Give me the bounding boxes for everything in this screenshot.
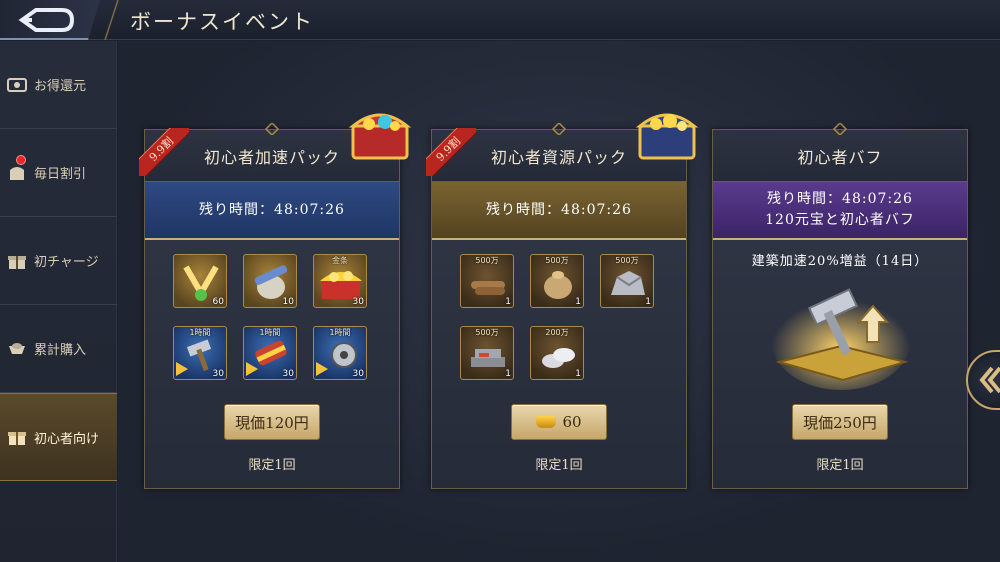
gold-ingot-icon bbox=[536, 416, 557, 428]
ribbon-label: 9.9割 bbox=[426, 128, 476, 176]
timer-label: 残り時間： bbox=[486, 201, 562, 218]
ornament-icon bbox=[551, 123, 567, 135]
notification-dot bbox=[16, 155, 26, 165]
purchase-limit: 限定1回 bbox=[248, 458, 296, 473]
item-quantity: 30 bbox=[212, 369, 224, 379]
countdown-timer: 残り時間：48:07:26 bbox=[145, 182, 399, 240]
chevron-left-icon bbox=[979, 366, 1000, 394]
item-quantity: 10 bbox=[282, 297, 294, 307]
item-tag: 200万 bbox=[545, 328, 569, 337]
buff-description: 建築加速20%増益（14日） bbox=[751, 254, 929, 269]
item-slot[interactable]: 500万 1 bbox=[460, 326, 514, 380]
card-title: 初心者バフ bbox=[797, 147, 883, 167]
speedup-arrow-icon bbox=[246, 362, 258, 376]
item-slot[interactable]: 500万 1 bbox=[460, 254, 514, 308]
item-tag: 1時間 bbox=[329, 328, 351, 337]
treasure-chest-icon bbox=[348, 113, 412, 160]
next-page-button[interactable] bbox=[966, 350, 1000, 410]
cash-icon bbox=[6, 74, 28, 96]
sidebar-item-first-charge[interactable]: 初チャージ bbox=[0, 217, 117, 305]
ornament-icon bbox=[832, 123, 848, 135]
item-slot[interactable]: 500万 1 bbox=[600, 254, 654, 308]
sidebar-item-cashback[interactable]: お得還元 bbox=[0, 41, 117, 129]
pack-card-buff: 初心者バフ 残り時間：48:07:26 120元宝と初心者バフ 建築加速20%増… bbox=[712, 123, 968, 489]
buy-button[interactable]: 60 bbox=[511, 404, 607, 440]
item-tag: 500万 bbox=[545, 256, 569, 265]
item-quantity: 30 bbox=[352, 369, 364, 379]
header-bar: ボーナスイベント bbox=[0, 0, 1000, 40]
sidebar-item-beginner[interactable]: 初心者向け bbox=[0, 393, 117, 481]
speedup-arrow-icon bbox=[176, 362, 188, 376]
item-tag: 1時間 bbox=[259, 328, 281, 337]
sidebar-item-daily-discount[interactable]: 毎日割引 bbox=[0, 129, 117, 217]
countdown-timer: 残り時間：48:07:26 bbox=[432, 182, 686, 240]
timer-value: 48:07:26 bbox=[842, 191, 913, 207]
item-slot[interactable]: 1時間 30 bbox=[313, 326, 367, 380]
discount-bag-icon bbox=[6, 162, 28, 184]
timer-value: 48:07:26 bbox=[274, 201, 345, 218]
pack-card-resource: 初心者資源パック 9.9割 残り時間：48:07:26 500万 1 500万 … bbox=[426, 113, 699, 489]
card-header: 初心者バフ bbox=[713, 123, 967, 182]
item-tag: 1時間 bbox=[189, 328, 211, 337]
gift-icon bbox=[6, 250, 28, 272]
gift-icon bbox=[6, 426, 28, 448]
back-button[interactable] bbox=[0, 0, 100, 40]
timer-value: 48:07:26 bbox=[561, 201, 632, 218]
price-label: 現価250円 bbox=[803, 413, 877, 432]
sidebar-item-label: 初心者向け bbox=[34, 431, 100, 447]
purchase-limit: 限定1回 bbox=[816, 458, 864, 473]
item-slot[interactable]: 60 bbox=[173, 254, 227, 308]
page-title: ボーナスイベント bbox=[130, 10, 314, 34]
sidebar-item-label: 初チャージ bbox=[34, 255, 99, 270]
item-slot[interactable]: 1時間 30 bbox=[173, 326, 227, 380]
ingot-icon bbox=[6, 338, 28, 360]
item-quantity: 60 bbox=[212, 297, 224, 307]
pack-card-speedup: 初心者加速パック 9.9割 残り時間：48:07:26 60 10 金条 30 bbox=[139, 113, 412, 489]
card-title: 初心者資源パック bbox=[490, 147, 627, 167]
timer-label: 残り時間： bbox=[767, 191, 843, 207]
build-speed-hammer-icon bbox=[771, 288, 911, 390]
countdown-timer: 残り時間：48:07:26 120元宝と初心者バフ bbox=[713, 182, 967, 240]
item-slot[interactable]: 200万 1 bbox=[530, 326, 584, 380]
item-quantity: 1 bbox=[505, 369, 511, 379]
item-slot[interactable]: 金条 30 bbox=[313, 254, 367, 308]
price-label: 60 bbox=[562, 413, 582, 431]
item-slot[interactable]: 10 bbox=[243, 254, 297, 308]
item-slot[interactable]: 500万 1 bbox=[530, 254, 584, 308]
item-quantity: 30 bbox=[352, 297, 364, 307]
treasure-chest-icon bbox=[635, 113, 699, 160]
item-tag: 500万 bbox=[615, 256, 639, 265]
back-arrow-icon bbox=[18, 8, 74, 32]
sidebar-item-cumulative[interactable]: 累計購入 bbox=[0, 305, 117, 393]
discount-ribbon: 9.9割 bbox=[426, 128, 476, 176]
item-quantity: 1 bbox=[575, 369, 581, 379]
item-quantity: 30 bbox=[282, 369, 294, 379]
buff-subtitle: 120元宝と初心者バフ bbox=[765, 212, 915, 228]
item-quantity: 1 bbox=[645, 297, 651, 307]
buy-button[interactable]: 現価250円 bbox=[792, 404, 888, 440]
purchase-limit: 限定1回 bbox=[535, 458, 583, 473]
ribbon-label: 9.9割 bbox=[139, 128, 189, 176]
sidebar-item-label: 毎日割引 bbox=[34, 167, 87, 182]
timer-label: 残り時間： bbox=[199, 201, 275, 218]
discount-ribbon: 9.9割 bbox=[139, 128, 189, 176]
header-divider-deco bbox=[104, 0, 119, 40]
item-tag: 500万 bbox=[475, 328, 499, 337]
item-quantity: 1 bbox=[575, 297, 581, 307]
item-tag: 500万 bbox=[475, 256, 499, 265]
price-label: 現価120円 bbox=[235, 413, 309, 432]
main-content: 初心者加速パック 9.9割 残り時間：48:07:26 60 10 金条 30 bbox=[118, 41, 1000, 562]
card-title: 初心者加速パック bbox=[203, 147, 340, 167]
sidebar: お得還元 毎日割引 初チャージ 累計購入 初心者向け bbox=[0, 41, 117, 562]
item-quantity: 1 bbox=[505, 297, 511, 307]
item-slot[interactable]: 1時間 30 bbox=[243, 326, 297, 380]
speedup-arrow-icon bbox=[316, 362, 328, 376]
ornament-icon bbox=[264, 123, 280, 135]
sidebar-item-label: お得還元 bbox=[34, 79, 87, 94]
sidebar-item-label: 累計購入 bbox=[34, 343, 87, 358]
buy-button[interactable]: 現価120円 bbox=[224, 404, 320, 440]
item-tag: 金条 bbox=[332, 256, 348, 265]
